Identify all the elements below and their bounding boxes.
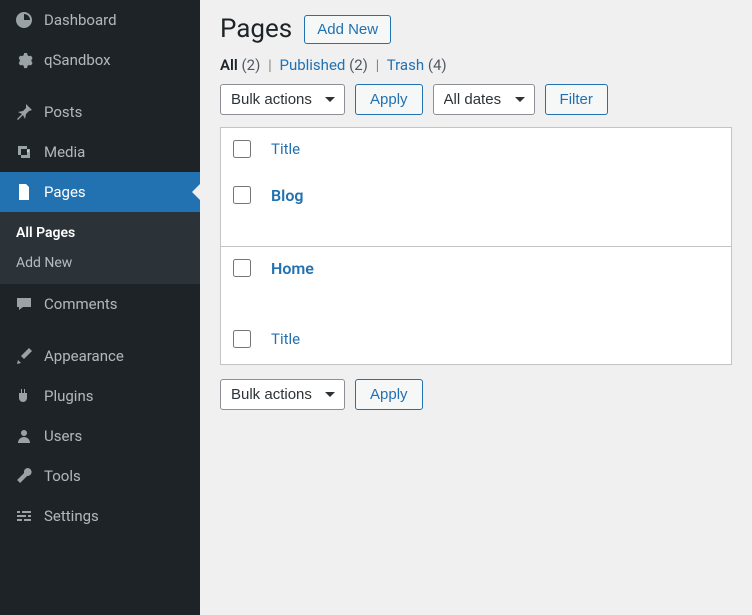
row-checkbox[interactable] [233,186,251,204]
pin-icon [14,102,34,122]
sidebar-item-dashboard[interactable]: Dashboard [0,0,200,40]
select-all-checkbox-top[interactable] [233,140,251,158]
select-all-checkbox-bottom[interactable] [233,330,251,348]
sidebar-label: Plugins [44,387,93,405]
table-row: Home [221,246,732,318]
sidebar-label: Settings [44,507,99,525]
sidebar-separator [0,80,200,92]
filter-all-count: (2) [242,56,261,74]
col-footer-title[interactable]: Title [271,330,300,348]
sidebar-item-users[interactable]: Users [0,416,200,456]
sliders-icon [14,506,34,526]
row-title-link[interactable]: Home [271,259,314,278]
sidebar-item-plugins[interactable]: Plugins [0,376,200,416]
sidebar-item-settings[interactable]: Settings [0,496,200,536]
sidebar-label: Tools [44,467,81,485]
filter-trash-count: (4) [428,56,447,74]
apply-button-top[interactable]: Apply [355,84,423,115]
filter-all-link[interactable]: All [220,56,238,74]
wrench-icon [14,466,34,486]
bulk-actions-select[interactable]: Bulk actions [220,84,345,115]
tablenav-top: Bulk actions Apply All dates Filter [220,84,732,115]
sidebar-subitem-all-pages[interactable]: All Pages [0,218,200,248]
sidebar-label: Media [44,143,85,161]
sidebar-label: Posts [44,103,82,121]
comment-icon [14,294,34,314]
filter-published-count: (2) [349,56,368,74]
page-icon [14,182,34,202]
sidebar-label: Comments [44,295,118,313]
sidebar-item-appearance[interactable]: Appearance [0,336,200,376]
date-filter-select[interactable]: All dates [433,84,535,115]
apply-button-bottom[interactable]: Apply [355,379,423,410]
sidebar-label: qSandbox [44,51,111,69]
row-title-link[interactable]: Blog [271,186,303,205]
page-header: Pages Add New [220,14,732,44]
table-row: Blog [221,174,732,246]
dashboard-icon [14,10,34,30]
sidebar-label: Pages [44,183,86,201]
filter-button[interactable]: Filter [545,84,608,115]
sidebar-item-tools[interactable]: Tools [0,456,200,496]
tablenav-bottom: Bulk actions Apply [220,379,732,410]
sidebar-item-posts[interactable]: Posts [0,92,200,132]
status-filter-links: All (2) | Published (2) | Trash (4) [220,56,732,74]
bulk-actions-select-bottom[interactable]: Bulk actions [220,379,345,410]
brush-icon [14,346,34,366]
sidebar-item-pages[interactable]: Pages [0,172,200,212]
admin-sidebar: Dashboard qSandbox Posts Media Pages All… [0,0,200,615]
row-checkbox[interactable] [233,259,251,277]
sidebar-label: Appearance [44,347,124,365]
sidebar-submenu-pages: All Pages Add New [0,212,200,284]
sidebar-separator [0,324,200,336]
sidebar-item-qsandbox[interactable]: qSandbox [0,40,200,80]
sidebar-subitem-add-new[interactable]: Add New [0,248,200,278]
gear-icon [14,50,34,70]
pages-table: Title Blog Home Title [220,127,732,365]
page-title: Pages [220,14,292,44]
filter-published-link[interactable]: Published [279,56,345,74]
filter-trash-link[interactable]: Trash [387,56,424,74]
sidebar-label: Users [44,427,82,445]
sidebar-item-media[interactable]: Media [0,132,200,172]
media-icon [14,142,34,162]
user-icon [14,426,34,446]
col-header-title[interactable]: Title [271,140,300,158]
add-new-button[interactable]: Add New [304,15,391,44]
plugin-icon [14,386,34,406]
sidebar-item-comments[interactable]: Comments [0,284,200,324]
main-content: Pages Add New All (2) | Published (2) | … [200,0,752,615]
sidebar-label: Dashboard [44,11,117,29]
